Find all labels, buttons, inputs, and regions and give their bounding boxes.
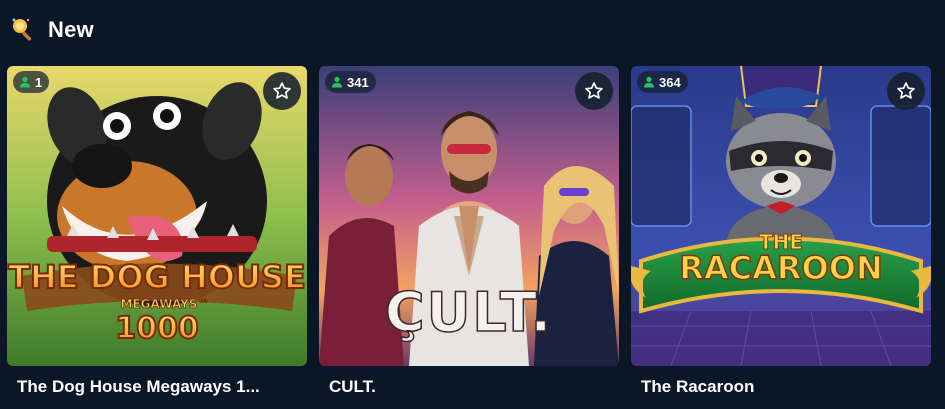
section-header: New [10, 14, 94, 46]
game-card-racaroon[interactable]: THE RACAROON 364 The Racaroon [631, 66, 931, 397]
game-card-cult[interactable]: ÇULT. 341 CULT. [319, 66, 619, 397]
star-icon [897, 82, 915, 99]
games-list: THE DOG HOUSE MEGAWAYS™ 1000 1 The Dog H… [7, 66, 931, 397]
dog-house-artwork: THE DOG HOUSE MEGAWAYS™ 1000 [7, 66, 307, 366]
dog-house-logo-line-3: 1000 [115, 311, 199, 346]
section-title: New [48, 17, 94, 42]
favorite-button[interactable] [263, 72, 301, 110]
players-badge: 341 [325, 71, 376, 93]
game-title[interactable]: The Racaroon [631, 377, 921, 397]
players-badge: 364 [637, 71, 688, 93]
players-count: 364 [659, 74, 681, 90]
players-badge: 1 [13, 71, 50, 93]
star-icon [585, 82, 603, 99]
favorite-button[interactable] [887, 72, 925, 110]
cult-logo: ÇULT. [385, 281, 553, 344]
game-thumbnail[interactable]: THE RACAROON 364 [631, 66, 931, 366]
sparkle-wand-icon [10, 16, 38, 44]
star-icon [273, 82, 291, 99]
game-thumbnail[interactable]: ÇULT. 341 [319, 66, 619, 366]
players-count: 1 [35, 74, 43, 90]
game-title[interactable]: The Dog House Megaways 1... [7, 377, 297, 397]
dog-house-logo-line-2: MEGAWAYS™ [121, 297, 210, 311]
cult-artwork: ÇULT. [319, 66, 619, 366]
favorite-button[interactable] [575, 72, 613, 110]
players-count: 341 [347, 74, 369, 90]
user-icon [332, 76, 342, 88]
game-title[interactable]: CULT. [319, 377, 609, 397]
game-thumbnail[interactable]: THE DOG HOUSE MEGAWAYS™ 1000 1 [7, 66, 307, 366]
racaroon-artwork: THE RACAROON [631, 66, 931, 366]
dog-house-logo-line-1: THE DOG HOUSE [8, 258, 306, 296]
user-icon [20, 76, 30, 88]
user-icon [644, 76, 654, 88]
game-card-dog-house[interactable]: THE DOG HOUSE MEGAWAYS™ 1000 1 The Dog H… [7, 66, 307, 397]
racaroon-logo-line-2: RACAROON [679, 249, 882, 287]
new-games-section: New THE DOG HOUSE MEGAWAYS™ 1000 1 The D… [0, 0, 945, 409]
